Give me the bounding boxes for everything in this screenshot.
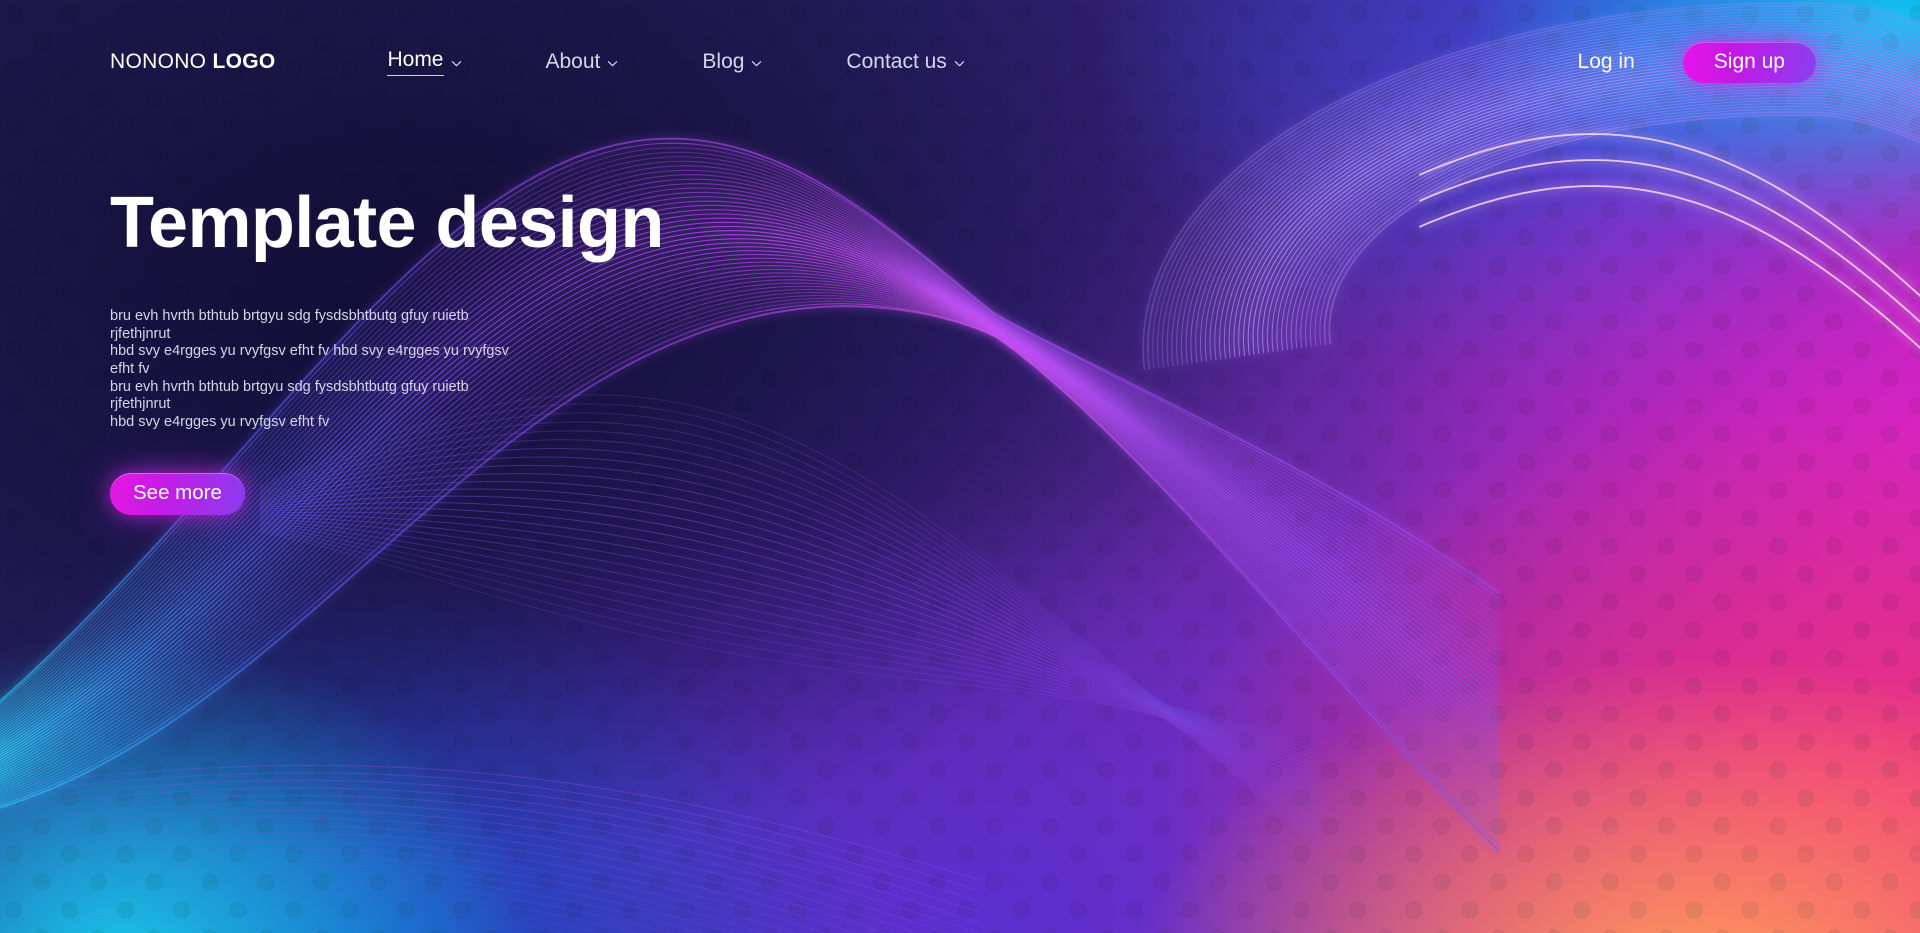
auth-actions: Log in Sign up — [1578, 41, 1816, 83]
nav-item-label: Blog — [702, 50, 745, 73]
chevron-down-icon — [751, 58, 762, 69]
hero-paragraph: bru evh hvrth bthtub brtgyu sdg fysdsbht… — [110, 308, 530, 432]
see-more-button[interactable]: See more — [110, 472, 245, 516]
hero-paragraph-line: bru evh hvrth bthtub brtgyu sdg fysdsbht… — [110, 307, 469, 342]
login-link[interactable]: Log in — [1578, 50, 1635, 74]
nav-item-home[interactable]: Home — [387, 44, 461, 80]
nav-item-label: Contact us — [846, 50, 947, 73]
hero-paragraph-line: bru evh hvrth bthtub brtgyu sdg fysdsbht… — [110, 378, 469, 413]
nav-item-label: Home — [387, 48, 444, 76]
brand-prefix: NONONO — [110, 50, 213, 73]
chevron-down-icon — [451, 58, 462, 69]
site-header: NONONO LOGO Home About Blog Contact us L… — [0, 0, 1920, 124]
nav-item-about[interactable]: About — [546, 46, 619, 78]
hero-paragraph-line: hbd svy e4rgges yu rvyfgsv efht fv — [110, 414, 330, 430]
nav-item-label: About — [545, 50, 601, 73]
brand-bold: LOGO — [212, 50, 276, 73]
signup-button[interactable]: Sign up — [1682, 41, 1816, 83]
page-root: NONONO LOGO Home About Blog Contact us L… — [0, 0, 1920, 933]
chevron-down-icon — [954, 58, 965, 69]
hero-section: Template design bru evh hvrth bthtub brt… — [110, 183, 670, 516]
nav-item-contact-us[interactable]: Contact us — [846, 46, 965, 78]
nav-item-blog[interactable]: Blog — [702, 46, 762, 78]
chevron-down-icon — [607, 58, 618, 69]
page-title: Template design — [110, 183, 664, 263]
main-navigation: Home About Blog Contact us — [387, 44, 965, 80]
brand-logo[interactable]: NONONO LOGO — [110, 50, 275, 74]
hero-paragraph-line: hbd svy e4rgges yu rvyfgsv efht fv hbd s… — [110, 343, 509, 377]
